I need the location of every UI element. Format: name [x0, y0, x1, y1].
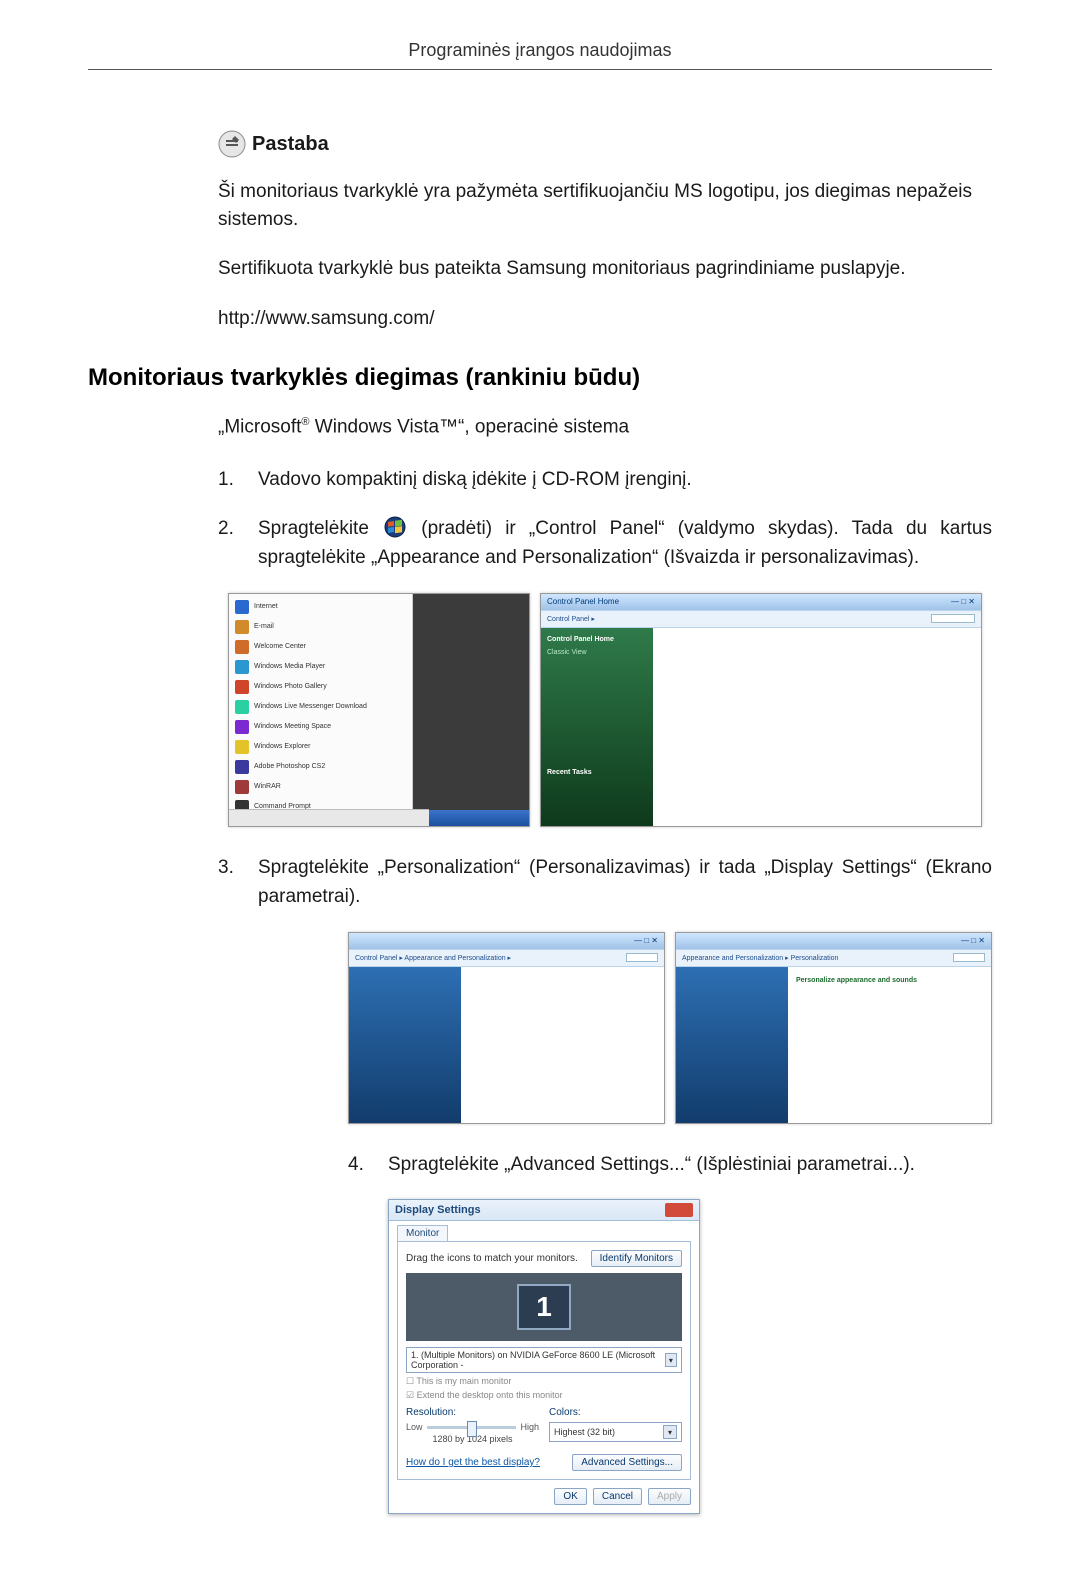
- drag-hint: Drag the icons to match your monitors.: [406, 1253, 578, 1264]
- tab-monitor[interactable]: Monitor: [397, 1225, 448, 1241]
- search-box: [626, 953, 658, 962]
- start-menu-item[interactable]: Windows Media Player: [235, 658, 406, 676]
- colors-select[interactable]: Highest (32 bit) ▾: [549, 1422, 682, 1442]
- resolution-label: Resolution:: [406, 1407, 539, 1418]
- monitor-1-icon[interactable]: 1: [517, 1284, 571, 1330]
- resolution-slider[interactable]: Low High: [406, 1422, 539, 1432]
- note-label: Pastaba: [252, 133, 329, 156]
- app-icon: [235, 740, 249, 754]
- cp-side-head: Control Panel Home: [547, 636, 647, 643]
- start-menu-item[interactable]: Adobe Photoshop CS2: [235, 758, 406, 776]
- cp-side-recent: Recent Tasks: [547, 769, 647, 776]
- identify-monitors-button[interactable]: Identify Monitors: [591, 1250, 682, 1267]
- cp-window-title: Control Panel Home: [547, 597, 619, 606]
- app-icon: [235, 640, 249, 654]
- breadcrumb: Appearance and Personalization ▸ Persona…: [682, 954, 838, 962]
- colors-label: Colors:: [549, 1407, 682, 1418]
- chevron-down-icon[interactable]: ▾: [665, 1353, 677, 1367]
- start-orb-icon: [384, 516, 406, 538]
- start-menu-item[interactable]: Windows Meeting Space: [235, 718, 406, 736]
- page-header-title: Programinės įrangos naudojimas: [408, 40, 671, 60]
- start-search: [229, 809, 429, 826]
- section-subtitle: „Microsoft® Windows Vista™“, operacinė s…: [218, 416, 992, 438]
- breadcrumb: Control Panel ▸ Appearance and Personali…: [355, 954, 511, 962]
- ok-button[interactable]: OK: [554, 1488, 586, 1505]
- start-menu-item[interactable]: Windows Live Messenger Download: [235, 698, 406, 716]
- app-icon: [235, 620, 249, 634]
- window-controls: — □ ✕: [961, 936, 985, 945]
- note-p1: Ši monitoriaus tvarkyklė yra pažymėta se…: [218, 178, 992, 233]
- chk-extend-desktop: ☑ Extend the desktop onto this monitor: [406, 1390, 682, 1401]
- app-icon: [235, 700, 249, 714]
- app-icon: [235, 680, 249, 694]
- breadcrumb: Control Panel ▸: [547, 615, 595, 623]
- window-controls: — □ ✕: [951, 597, 975, 606]
- search-box: [953, 953, 985, 962]
- taskbar-tray: [429, 810, 529, 826]
- personalize-heading: Personalize appearance and sounds: [796, 977, 983, 984]
- display-settings-dialog: Display Settings Monitor Drag the icons …: [388, 1199, 700, 1514]
- note-p2: Sertifikuota tvarkyklė bus pateikta Sams…: [218, 255, 992, 283]
- page-header: Programinės įrangos naudojimas: [88, 40, 992, 70]
- app-icon: [235, 660, 249, 674]
- start-menu-item[interactable]: E-mail: [235, 618, 406, 636]
- start-menu-item[interactable]: Internet: [235, 598, 406, 616]
- app-icon: [235, 760, 249, 774]
- step-3: 3. Spragtelėkite „Personalization“ (Pers…: [218, 853, 992, 912]
- dialog-title: Display Settings: [395, 1204, 481, 1216]
- window-controls: — □ ✕: [634, 936, 658, 945]
- advanced-settings-button[interactable]: Advanced Settings...: [572, 1454, 682, 1471]
- note-heading: Pastaba: [218, 130, 992, 158]
- start-menu-item[interactable]: Windows Photo Gallery: [235, 678, 406, 696]
- cp-side-classic: Classic View: [547, 649, 647, 656]
- cancel-button[interactable]: Cancel: [593, 1488, 642, 1505]
- help-link[interactable]: How do I get the best display?: [406, 1457, 540, 1468]
- screenshot-start-menu: Internet E-mail Welcome Center Windows Medi…: [228, 593, 530, 827]
- chevron-down-icon[interactable]: ▾: [663, 1425, 677, 1439]
- app-icon: [235, 600, 249, 614]
- apply-button[interactable]: Apply: [648, 1488, 691, 1505]
- start-menu-item[interactable]: Welcome Center: [235, 638, 406, 656]
- step-2: 2. Spragtelėkite (pradėti) ir „Control P…: [218, 514, 992, 573]
- start-menu-item[interactable]: Windows Explorer: [235, 738, 406, 756]
- app-icon: [235, 720, 249, 734]
- note-icon: [218, 130, 246, 158]
- note-url: http://www.samsung.com/: [218, 305, 992, 333]
- close-icon[interactable]: [665, 1203, 693, 1217]
- search-box: [931, 614, 975, 623]
- step-1: 1. Vadovo kompaktinį diską įdėkite į CD-…: [218, 465, 992, 494]
- start-menu-item[interactable]: WinRAR: [235, 778, 406, 796]
- app-icon: [235, 780, 249, 794]
- screenshot-appearance-personalization: — □ ✕ Control Panel ▸ Appearance and Per…: [348, 932, 665, 1124]
- section-title: Monitoriaus tvarkyklės diegimas (rankini…: [88, 364, 992, 392]
- monitor-select[interactable]: 1. (Multiple Monitors) on NVIDIA GeForce…: [406, 1347, 682, 1373]
- screenshot-personalization: — □ ✕ Appearance and Personalization ▸ P…: [675, 932, 992, 1124]
- monitor-arrangement[interactable]: 1: [406, 1273, 682, 1341]
- step-4: 4. Spragtelėkite „Advanced Settings...“ …: [348, 1150, 992, 1179]
- screenshot-control-panel: Control Panel Home — □ ✕ Control Panel ▸…: [540, 593, 982, 827]
- chk-main-monitor: ☐ This is my main monitor: [406, 1376, 682, 1387]
